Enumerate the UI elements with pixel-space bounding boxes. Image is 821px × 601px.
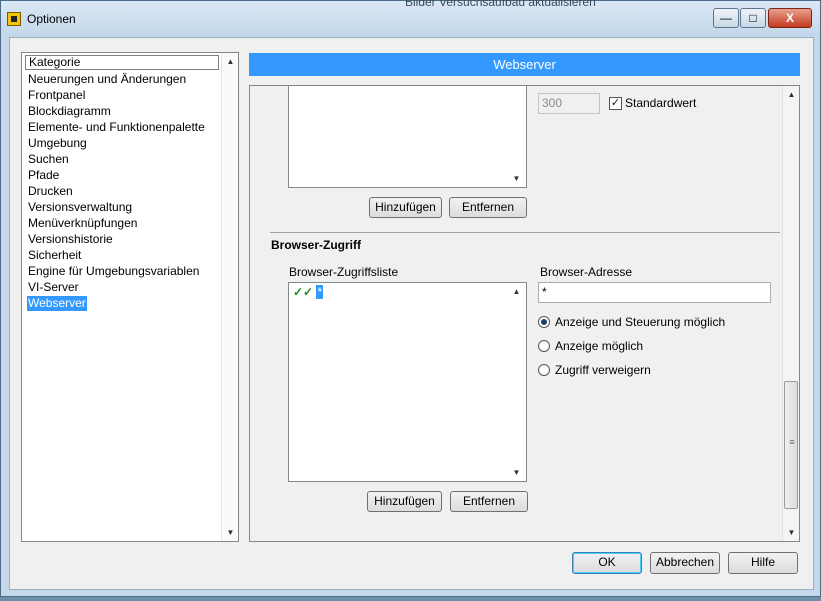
category-item-versionshistorie[interactable]: Versionshistorie [28, 232, 113, 247]
access-list-scroll-up-icon[interactable]: ▲ [508, 287, 525, 296]
access-add-button[interactable]: Hinzufügen [367, 491, 442, 512]
category-item-sicherheit[interactable]: Sicherheit [28, 248, 81, 263]
category-item-menueverknuepfungen[interactable]: Menüverknüpfungen [28, 216, 137, 231]
category-list-scrollbar[interactable]: ▲ ▼ [221, 53, 238, 541]
close-icon: X [785, 11, 794, 25]
scroll-grip-icon: ≡ [789, 437, 795, 447]
maximize-button[interactable]: □ [740, 8, 766, 28]
section-divider [270, 232, 780, 233]
radio-deny-access-label[interactable]: Zugriff verweigern [555, 363, 651, 377]
category-item-blockdiagramm[interactable]: Blockdiagramm [28, 104, 111, 119]
category-item-umgebung[interactable]: Umgebung [28, 136, 87, 151]
options-dialog: Bilder Versuchsaufbau aktualisieren Opti… [0, 0, 821, 597]
timeout-field[interactable]: 300 [538, 93, 600, 114]
webserver-settings-panel: ▼ Hinzufügen Entfernen 300 ✓ Standardwer… [249, 85, 800, 542]
upper-add-button[interactable]: Hinzufügen [369, 197, 442, 218]
category-item-webserver[interactable]: Webserver [27, 296, 87, 311]
close-button[interactable]: X [768, 8, 812, 28]
category-list[interactable]: Kategorie Neuerungen und Änderungen Fron… [21, 52, 239, 542]
upper-access-list[interactable]: ▼ [288, 86, 527, 188]
double-check-icon: ✓✓ [293, 285, 314, 299]
panel-scroll-up-icon[interactable]: ▲ [783, 90, 799, 99]
panel-scroll-thumb[interactable]: ≡ [784, 381, 798, 509]
category-item-vi-server[interactable]: VI-Server [28, 280, 79, 295]
browser-access-heading: Browser-Zugriff [271, 238, 361, 252]
radio-view-only[interactable] [538, 340, 550, 352]
upper-list-scroll-down-icon[interactable]: ▼ [508, 174, 525, 183]
radio-deny-access[interactable] [538, 364, 550, 376]
category-list-header: Kategorie [25, 55, 219, 70]
check-icon: ✓ [610, 97, 621, 109]
radio-view-and-control[interactable] [538, 316, 550, 328]
category-item-drucken[interactable]: Drucken [28, 184, 73, 199]
default-value-label: Standardwert [625, 96, 697, 110]
scroll-up-arrow-icon[interactable]: ▲ [222, 57, 239, 66]
list-item[interactable]: ✓✓ * [293, 285, 324, 299]
dialog-client-area: Kategorie Neuerungen und Änderungen Fron… [9, 37, 814, 590]
category-item-suchen[interactable]: Suchen [28, 152, 69, 167]
category-item-versionsverwaltung[interactable]: Versionsverwaltung [28, 200, 132, 215]
browser-access-list[interactable]: ✓✓ * ▲ ▼ [288, 282, 527, 482]
radio-view-only-label[interactable]: Anzeige möglich [555, 339, 643, 353]
category-item-pfade[interactable]: Pfade [28, 168, 59, 183]
scroll-down-arrow-icon[interactable]: ▼ [222, 528, 239, 537]
category-item-engine[interactable]: Engine für Umgebungsvariablen [28, 264, 199, 279]
browser-access-list-label: Browser-Zugriffsliste [289, 265, 399, 279]
window-title: Optionen [27, 12, 76, 26]
page-title: Webserver [249, 53, 800, 76]
title-bar[interactable]: Bilder Versuchsaufbau aktualisieren Opti… [1, 0, 820, 37]
maximize-icon: □ [749, 11, 757, 25]
cancel-button[interactable]: Abbrechen [650, 552, 720, 574]
labview-app-icon [7, 12, 21, 26]
ok-button[interactable]: OK [572, 552, 642, 574]
minimize-button[interactable]: — [713, 8, 739, 28]
help-button[interactable]: Hilfe [728, 552, 798, 574]
background-window-title: Bilder Versuchsaufbau aktualisieren [405, 0, 596, 9]
list-item-text: * [316, 285, 324, 299]
access-remove-button[interactable]: Entfernen [450, 491, 528, 512]
access-list-scroll-down-icon[interactable]: ▼ [508, 468, 525, 477]
browser-address-input[interactable]: * [538, 282, 771, 303]
settings-panel-scrollbar[interactable]: ▲ ≡ ▼ [782, 86, 799, 541]
browser-address-label: Browser-Adresse [540, 265, 633, 279]
default-value-checkbox[interactable]: ✓ [609, 97, 622, 110]
upper-remove-button[interactable]: Entfernen [449, 197, 527, 218]
category-item-neuerungen[interactable]: Neuerungen und Änderungen [28, 72, 186, 87]
minimize-icon: — [720, 11, 732, 25]
radio-view-and-control-label[interactable]: Anzeige und Steuerung möglich [555, 315, 725, 329]
category-item-palette[interactable]: Elemente- und Funktionenpalette [28, 120, 205, 135]
panel-scroll-down-icon[interactable]: ▼ [783, 528, 799, 537]
category-item-frontpanel[interactable]: Frontpanel [28, 88, 85, 103]
